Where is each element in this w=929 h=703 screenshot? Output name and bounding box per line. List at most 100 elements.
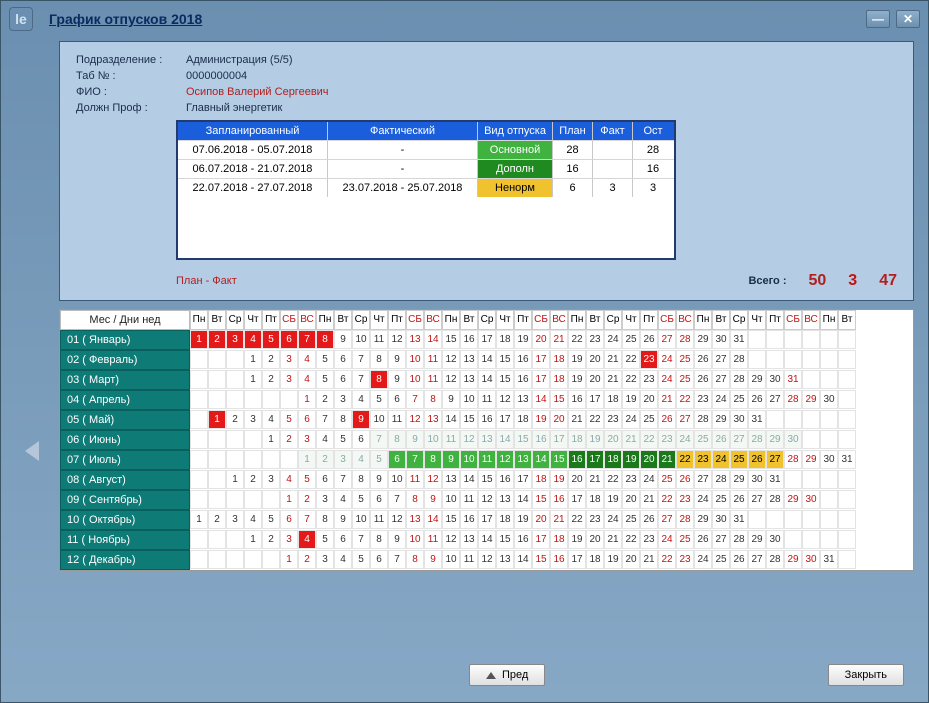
day-cell[interactable]: 12 [496, 450, 514, 469]
day-cell[interactable]: 22 [568, 510, 586, 529]
day-cell[interactable]: 2 [298, 550, 316, 569]
day-cell[interactable]: 17 [550, 430, 568, 449]
day-cell[interactable]: 6 [334, 350, 352, 369]
day-cell[interactable]: 20 [568, 470, 586, 489]
day-cell[interactable]: 6 [370, 490, 388, 509]
day-cell[interactable]: 22 [622, 350, 640, 369]
day-cell[interactable]: 6 [280, 330, 298, 349]
day-cell[interactable]: 11 [388, 410, 406, 429]
month-label[interactable]: 11 ( Ноябрь) [60, 530, 190, 550]
day-cell[interactable]: 21 [550, 510, 568, 529]
day-cell[interactable]: 24 [676, 430, 694, 449]
day-cell[interactable]: 4 [262, 410, 280, 429]
day-cell[interactable]: 31 [730, 510, 748, 529]
day-cell[interactable]: 1 [190, 510, 208, 529]
day-cell[interactable]: 23 [586, 510, 604, 529]
day-cell[interactable]: 15 [442, 330, 460, 349]
day-cell[interactable]: 28 [766, 550, 784, 569]
day-cell[interactable]: 26 [748, 390, 766, 409]
day-cell[interactable]: 8 [406, 490, 424, 509]
day-cell[interactable]: 14 [424, 510, 442, 529]
day-cell[interactable]: 4 [316, 430, 334, 449]
day-cell[interactable]: 7 [370, 430, 388, 449]
day-cell[interactable]: 6 [370, 550, 388, 569]
day-cell[interactable]: 3 [334, 390, 352, 409]
day-cell[interactable]: 13 [496, 550, 514, 569]
day-cell[interactable]: 12 [478, 550, 496, 569]
day-cell[interactable]: 31 [766, 470, 784, 489]
day-cell[interactable]: 22 [604, 470, 622, 489]
day-cell[interactable]: 2 [208, 330, 226, 349]
day-cell[interactable]: 11 [460, 550, 478, 569]
day-cell[interactable]: 12 [442, 530, 460, 549]
day-cell[interactable]: 6 [388, 390, 406, 409]
month-label[interactable]: 10 ( Октябрь) [60, 510, 190, 530]
month-label[interactable]: 01 ( Январь) [60, 330, 190, 350]
day-cell[interactable]: 1 [280, 550, 298, 569]
day-cell[interactable]: 15 [550, 390, 568, 409]
day-cell[interactable]: 11 [370, 510, 388, 529]
day-cell[interactable]: 4 [334, 490, 352, 509]
day-cell[interactable]: 19 [568, 370, 586, 389]
close-window-button[interactable]: ✕ [896, 10, 920, 28]
day-cell[interactable]: 4 [244, 330, 262, 349]
day-cell[interactable]: 23 [694, 390, 712, 409]
day-cell[interactable]: 23 [676, 490, 694, 509]
day-cell[interactable]: 15 [478, 470, 496, 489]
day-cell[interactable]: 2 [262, 370, 280, 389]
day-cell[interactable]: 2 [316, 450, 334, 469]
day-cell[interactable]: 5 [352, 550, 370, 569]
day-cell[interactable]: 10 [406, 530, 424, 549]
day-cell[interactable]: 7 [298, 510, 316, 529]
day-cell[interactable]: 27 [658, 330, 676, 349]
day-cell[interactable]: 13 [478, 430, 496, 449]
day-cell[interactable]: 10 [442, 550, 460, 569]
month-label[interactable]: 12 ( Декабрь) [60, 550, 190, 570]
day-cell[interactable]: 1 [280, 490, 298, 509]
day-cell[interactable]: 25 [622, 510, 640, 529]
day-cell[interactable]: 18 [550, 350, 568, 369]
day-cell[interactable]: 7 [406, 450, 424, 469]
day-cell[interactable]: 12 [496, 390, 514, 409]
day-cell[interactable]: 14 [478, 530, 496, 549]
day-cell[interactable]: 13 [424, 410, 442, 429]
day-cell[interactable]: 8 [424, 450, 442, 469]
day-cell[interactable]: 26 [640, 510, 658, 529]
day-cell[interactable]: 5 [262, 510, 280, 529]
day-cell[interactable]: 1 [208, 410, 226, 429]
day-cell[interactable]: 15 [532, 550, 550, 569]
day-cell[interactable]: 26 [676, 470, 694, 489]
day-cell[interactable]: 6 [334, 530, 352, 549]
day-cell[interactable]: 28 [730, 370, 748, 389]
day-cell[interactable]: 16 [532, 430, 550, 449]
day-cell[interactable]: 7 [316, 410, 334, 429]
day-cell[interactable]: 19 [586, 430, 604, 449]
day-cell[interactable]: 13 [514, 450, 532, 469]
day-cell[interactable]: 2 [280, 430, 298, 449]
day-cell[interactable]: 28 [694, 410, 712, 429]
day-cell[interactable]: 9 [442, 390, 460, 409]
day-cell[interactable]: 3 [226, 510, 244, 529]
day-cell[interactable]: 10 [352, 330, 370, 349]
day-cell[interactable]: 5 [316, 530, 334, 549]
day-cell[interactable]: 15 [550, 450, 568, 469]
day-cell[interactable]: 13 [406, 510, 424, 529]
day-cell[interactable]: 8 [370, 370, 388, 389]
day-cell[interactable]: 14 [532, 390, 550, 409]
day-cell[interactable]: 16 [568, 450, 586, 469]
day-cell[interactable]: 29 [802, 390, 820, 409]
day-cell[interactable]: 15 [496, 530, 514, 549]
day-cell[interactable]: 3 [316, 490, 334, 509]
day-cell[interactable]: 1 [190, 330, 208, 349]
day-cell[interactable]: 16 [460, 510, 478, 529]
day-cell[interactable]: 24 [640, 470, 658, 489]
day-cell[interactable]: 16 [514, 350, 532, 369]
day-cell[interactable]: 8 [370, 350, 388, 369]
day-cell[interactable]: 19 [622, 390, 640, 409]
day-cell[interactable]: 3 [244, 410, 262, 429]
day-cell[interactable]: 9 [352, 410, 370, 429]
day-cell[interactable]: 13 [442, 470, 460, 489]
day-cell[interactable]: 23 [622, 470, 640, 489]
day-cell[interactable]: 18 [496, 510, 514, 529]
day-cell[interactable]: 21 [640, 550, 658, 569]
